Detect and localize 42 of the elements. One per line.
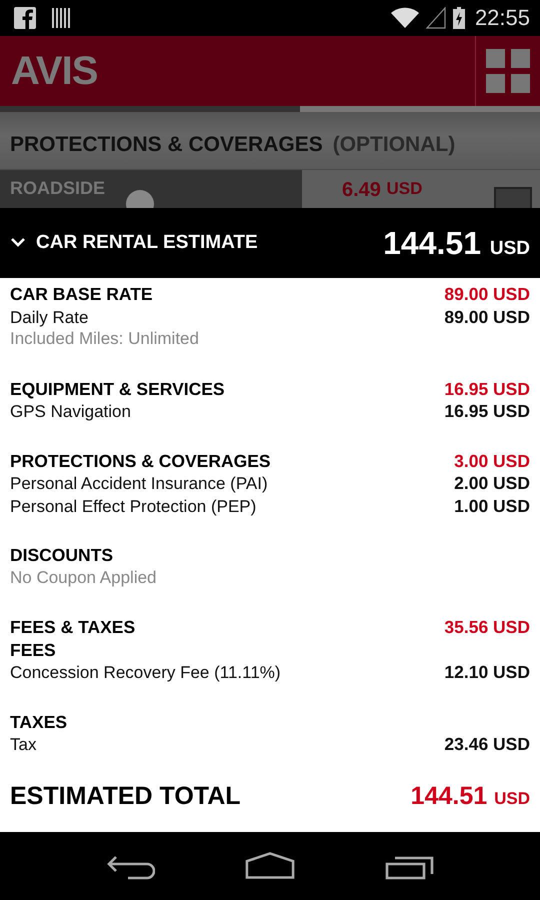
option-label: ROADSIDE <box>10 178 106 199</box>
facebook-icon <box>14 7 36 29</box>
estimate-total: 144.51 USD <box>383 224 530 262</box>
estimate-title: CAR RENTAL ESTIMATE <box>36 232 258 254</box>
line-label: Personal Accident Insurance (PAI) <box>10 474 268 494</box>
note-text: Included Miles: Unlimited <box>10 329 199 349</box>
avis-logo: AVIS <box>11 48 98 94</box>
line-value: 1.00 USD <box>454 496 530 516</box>
line-value: 89.00 USD <box>444 306 530 328</box>
subheading: FEES <box>10 640 56 660</box>
line-value: 23.46 USD <box>444 734 530 755</box>
clock-time: 22:55 <box>474 5 530 31</box>
estimate-bar[interactable]: CAR RENTAL ESTIMATE 144.51 USD <box>0 208 540 278</box>
group-amount: 35.56 USD <box>444 617 530 638</box>
note-text: No Coupon Applied <box>10 568 157 588</box>
line-label: GPS Navigation <box>10 402 131 422</box>
group-title: TAXES <box>10 712 68 732</box>
total-label: ESTIMATED TOTAL <box>10 782 241 810</box>
barcode-icon <box>50 7 72 29</box>
home-button[interactable] <box>245 851 295 881</box>
group-title: PROTECTIONS & COVERAGES <box>10 450 271 472</box>
group-amount: 3.00 USD <box>454 450 530 472</box>
grid-icon <box>486 49 530 93</box>
line-label: Tax <box>10 735 36 755</box>
group-title: EQUIPMENT & SERVICES <box>10 378 225 400</box>
section-title: PROTECTIONS & COVERAGES <box>10 133 323 157</box>
battery-icon <box>452 7 465 29</box>
total-amount: 144.51 USD <box>410 782 530 810</box>
group-amount: 16.95 USD <box>444 378 530 400</box>
group-title: DISCOUNTS <box>10 545 114 566</box>
line-value: 16.95 USD <box>444 401 530 422</box>
group-title: CAR BASE RATE <box>10 284 153 305</box>
line-value: 12.10 USD <box>444 662 530 683</box>
line-label: Daily Rate <box>10 308 88 328</box>
group-amount: 89.00 USD <box>444 284 530 305</box>
section-subtitle: (OPTIONAL) <box>332 133 456 157</box>
wifi-icon <box>390 7 419 29</box>
signal-icon <box>424 7 447 29</box>
line-label: Concession Recovery Fee (11.11%) <box>10 663 281 683</box>
group-title: FEES & TAXES <box>10 617 136 638</box>
line-label: Personal Effect Protection (PEP) <box>10 496 256 516</box>
line-value: 2.00 USD <box>454 473 530 494</box>
